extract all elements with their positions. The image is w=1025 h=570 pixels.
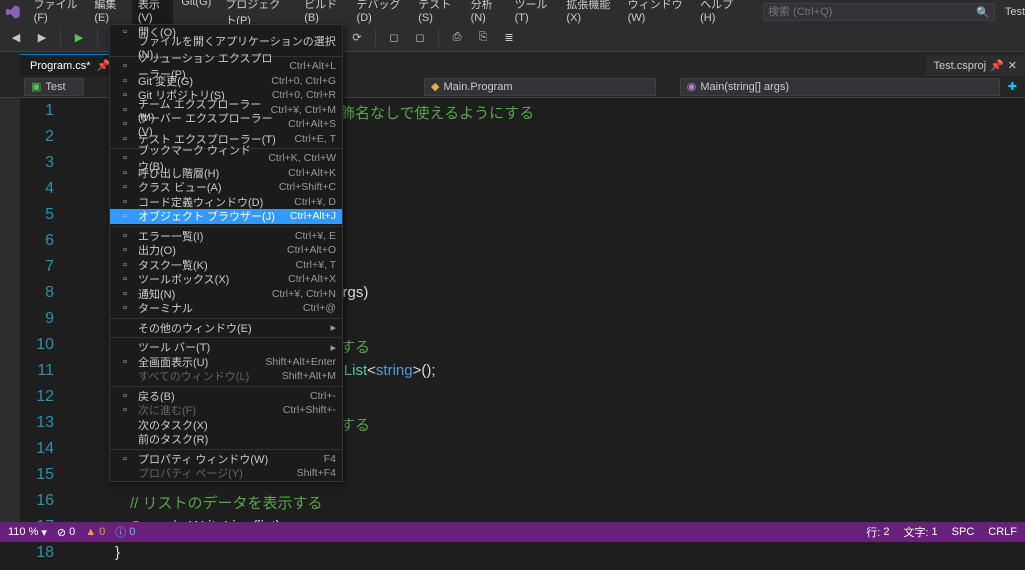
menu-item[interactable]: ▫プロパティ ウィンドウ(W)F4: [110, 452, 342, 467]
tb-icon[interactable]: ⟳: [347, 28, 367, 48]
menu-0[interactable]: ファイル(F): [28, 0, 87, 31]
tb-icon[interactable]: ◻: [410, 28, 430, 48]
menu-item: すべてのウィンドウ(L)Shift+Alt+M: [110, 369, 342, 384]
call-icon: ▫: [116, 167, 134, 179]
col-indicator[interactable]: 文字: 1: [903, 524, 937, 540]
fwd-icon: ▫: [116, 404, 134, 416]
task-icon: ▫: [116, 259, 134, 271]
open-icon: ▫: [116, 26, 134, 38]
menu-item: ▫次に進む(F)Ctrl+Shift+-: [110, 403, 342, 418]
class-icon: ▫: [116, 181, 134, 193]
indent-indicator[interactable]: SPC: [952, 524, 975, 540]
nav-back-button[interactable]: ◀: [6, 28, 26, 48]
project-selector[interactable]: ▣Test: [24, 78, 84, 96]
search-icon: 🔍: [976, 6, 990, 19]
menu-item[interactable]: ▫Git 変更(G)Ctrl+0, Ctrl+G: [110, 74, 342, 89]
tb-icon[interactable]: ⎙: [447, 28, 467, 48]
tb-icon[interactable]: ≣: [499, 28, 519, 48]
vs-logo-icon: [6, 4, 20, 20]
prop-icon: ▫: [116, 453, 134, 465]
menu-item[interactable]: ▫コード定義ウィンドウ(D)Ctrl+¥, D: [110, 195, 342, 210]
menu-7[interactable]: テスト(S): [412, 0, 462, 31]
git-icon: ▫: [116, 89, 134, 101]
tab-label: Program.cs*: [30, 60, 91, 72]
menu-12[interactable]: ヘルプ(H): [694, 0, 745, 31]
menu-item[interactable]: ▫出力(O)Ctrl+Alt+O: [110, 243, 342, 258]
menu-11[interactable]: ウィンドウ(W): [622, 0, 693, 31]
menu-item[interactable]: その他のウィンドウ(E)▸: [110, 321, 342, 336]
menu-item[interactable]: ▫タスク一覧(K)Ctrl+¥, T: [110, 258, 342, 273]
tb-icon[interactable]: ◻: [384, 28, 404, 48]
line-numbers: 123456789101112131415161718: [20, 98, 60, 522]
search-box[interactable]: 🔍: [763, 3, 995, 21]
member-selector[interactable]: ◉Main(string[] args): [680, 78, 1000, 96]
view-menu: ▫開く(O)ファイルを開くアプリケーションの選択(N)...▫ソリューション エ…: [109, 24, 343, 482]
tab-csproj[interactable]: Test.csproj 📌 ✕: [926, 55, 1025, 76]
menu-9[interactable]: ツール(T): [509, 0, 559, 31]
nav-fwd-button[interactable]: ▶: [32, 28, 52, 48]
menu-item: プロパティ ページ(Y)Shift+F4: [110, 466, 342, 481]
err-icon: ▫: [116, 230, 134, 242]
menu-item[interactable]: ▫サーバー エクスプローラー(V)Ctrl+Alt+S: [110, 117, 342, 132]
menu-item[interactable]: ▫エラー一覧(I)Ctrl+¥, E: [110, 229, 342, 244]
tab-label: Test.csproj: [934, 60, 987, 72]
zoom-level[interactable]: 110 % ▾: [8, 526, 47, 539]
menu-6[interactable]: デバッグ(D): [351, 0, 411, 31]
menu-8[interactable]: 分析(N): [465, 0, 507, 31]
menu-item[interactable]: ▫通知(N)Ctrl+¥, Ctrl+N: [110, 287, 342, 302]
add-button[interactable]: ✚: [1000, 80, 1025, 93]
side-gutter: [0, 98, 20, 522]
menu-item[interactable]: ▫呼び出し階層(H)Ctrl+Alt+K: [110, 166, 342, 181]
menu-item[interactable]: ▫ブックマーク ウィンドウ(B)Ctrl+K, Ctrl+W: [110, 151, 342, 166]
pin-icon[interactable]: 📌: [990, 59, 1004, 72]
warning-count[interactable]: ▲ 0: [85, 526, 105, 538]
server-icon: ▫: [116, 118, 134, 130]
tool-icon: ▫: [116, 273, 134, 285]
menu-item[interactable]: 次のタスク(X): [110, 418, 342, 433]
error-count[interactable]: ⊘ 0: [57, 526, 75, 539]
menu-item[interactable]: ▫ターミナルCtrl+@: [110, 301, 342, 316]
menubar: ファイル(F)編集(E)表示(V)Git(G)プロジェクト(P)ビルド(B)デバ…: [0, 0, 1025, 24]
menu-item[interactable]: ▫全画面表示(U)Shift+Alt+Enter: [110, 355, 342, 370]
menu-item[interactable]: ▫オブジェクト ブラウザー(J)Ctrl+Alt+J: [110, 209, 342, 224]
class-selector[interactable]: ◆Main.Program: [424, 78, 656, 96]
run-button[interactable]: ▶: [69, 28, 89, 48]
close-icon[interactable]: ✕: [1008, 59, 1017, 72]
obj-icon: ▫: [116, 210, 134, 222]
eol-indicator[interactable]: CRLF: [988, 524, 1017, 540]
status-bar: 110 % ▾ ⊘ 0 ▲ 0 ⓘ 0 行: 2 文字: 1 SPC CRLF: [0, 522, 1025, 542]
bell-icon: ▫: [116, 288, 134, 300]
term-icon: ▫: [116, 302, 134, 314]
bookmark-icon: ▫: [116, 152, 134, 164]
tb-icon[interactable]: ⎘: [473, 28, 493, 48]
solution-name: Test: [1005, 6, 1025, 18]
menu-item[interactable]: ▫ツールボックス(X)Ctrl+Alt+X: [110, 272, 342, 287]
menu-item[interactable]: ツール バー(T)▸: [110, 340, 342, 355]
search-input[interactable]: [768, 6, 976, 18]
test-icon: ▫: [116, 133, 134, 145]
menu-item[interactable]: ▫戻る(B)Ctrl+-: [110, 389, 342, 404]
menu-item[interactable]: ▫ソリューション エクスプローラー(P)Ctrl+Alt+L: [110, 59, 342, 74]
back-icon: ▫: [116, 390, 134, 402]
line-indicator[interactable]: 行: 2: [866, 524, 889, 540]
team-icon: ▫: [116, 104, 134, 116]
sln-icon: ▫: [116, 60, 134, 72]
code-icon: ▫: [116, 196, 134, 208]
git-icon: ▫: [116, 75, 134, 87]
menu-item[interactable]: 前のタスク(R): [110, 432, 342, 447]
out-icon: ▫: [116, 244, 134, 256]
info-count[interactable]: ⓘ 0: [115, 524, 135, 540]
menu-10[interactable]: 拡張機能(X): [560, 0, 619, 31]
menu-item[interactable]: ▫クラス ビュー(A)Ctrl+Shift+C: [110, 180, 342, 195]
full-icon: ▫: [116, 356, 134, 368]
